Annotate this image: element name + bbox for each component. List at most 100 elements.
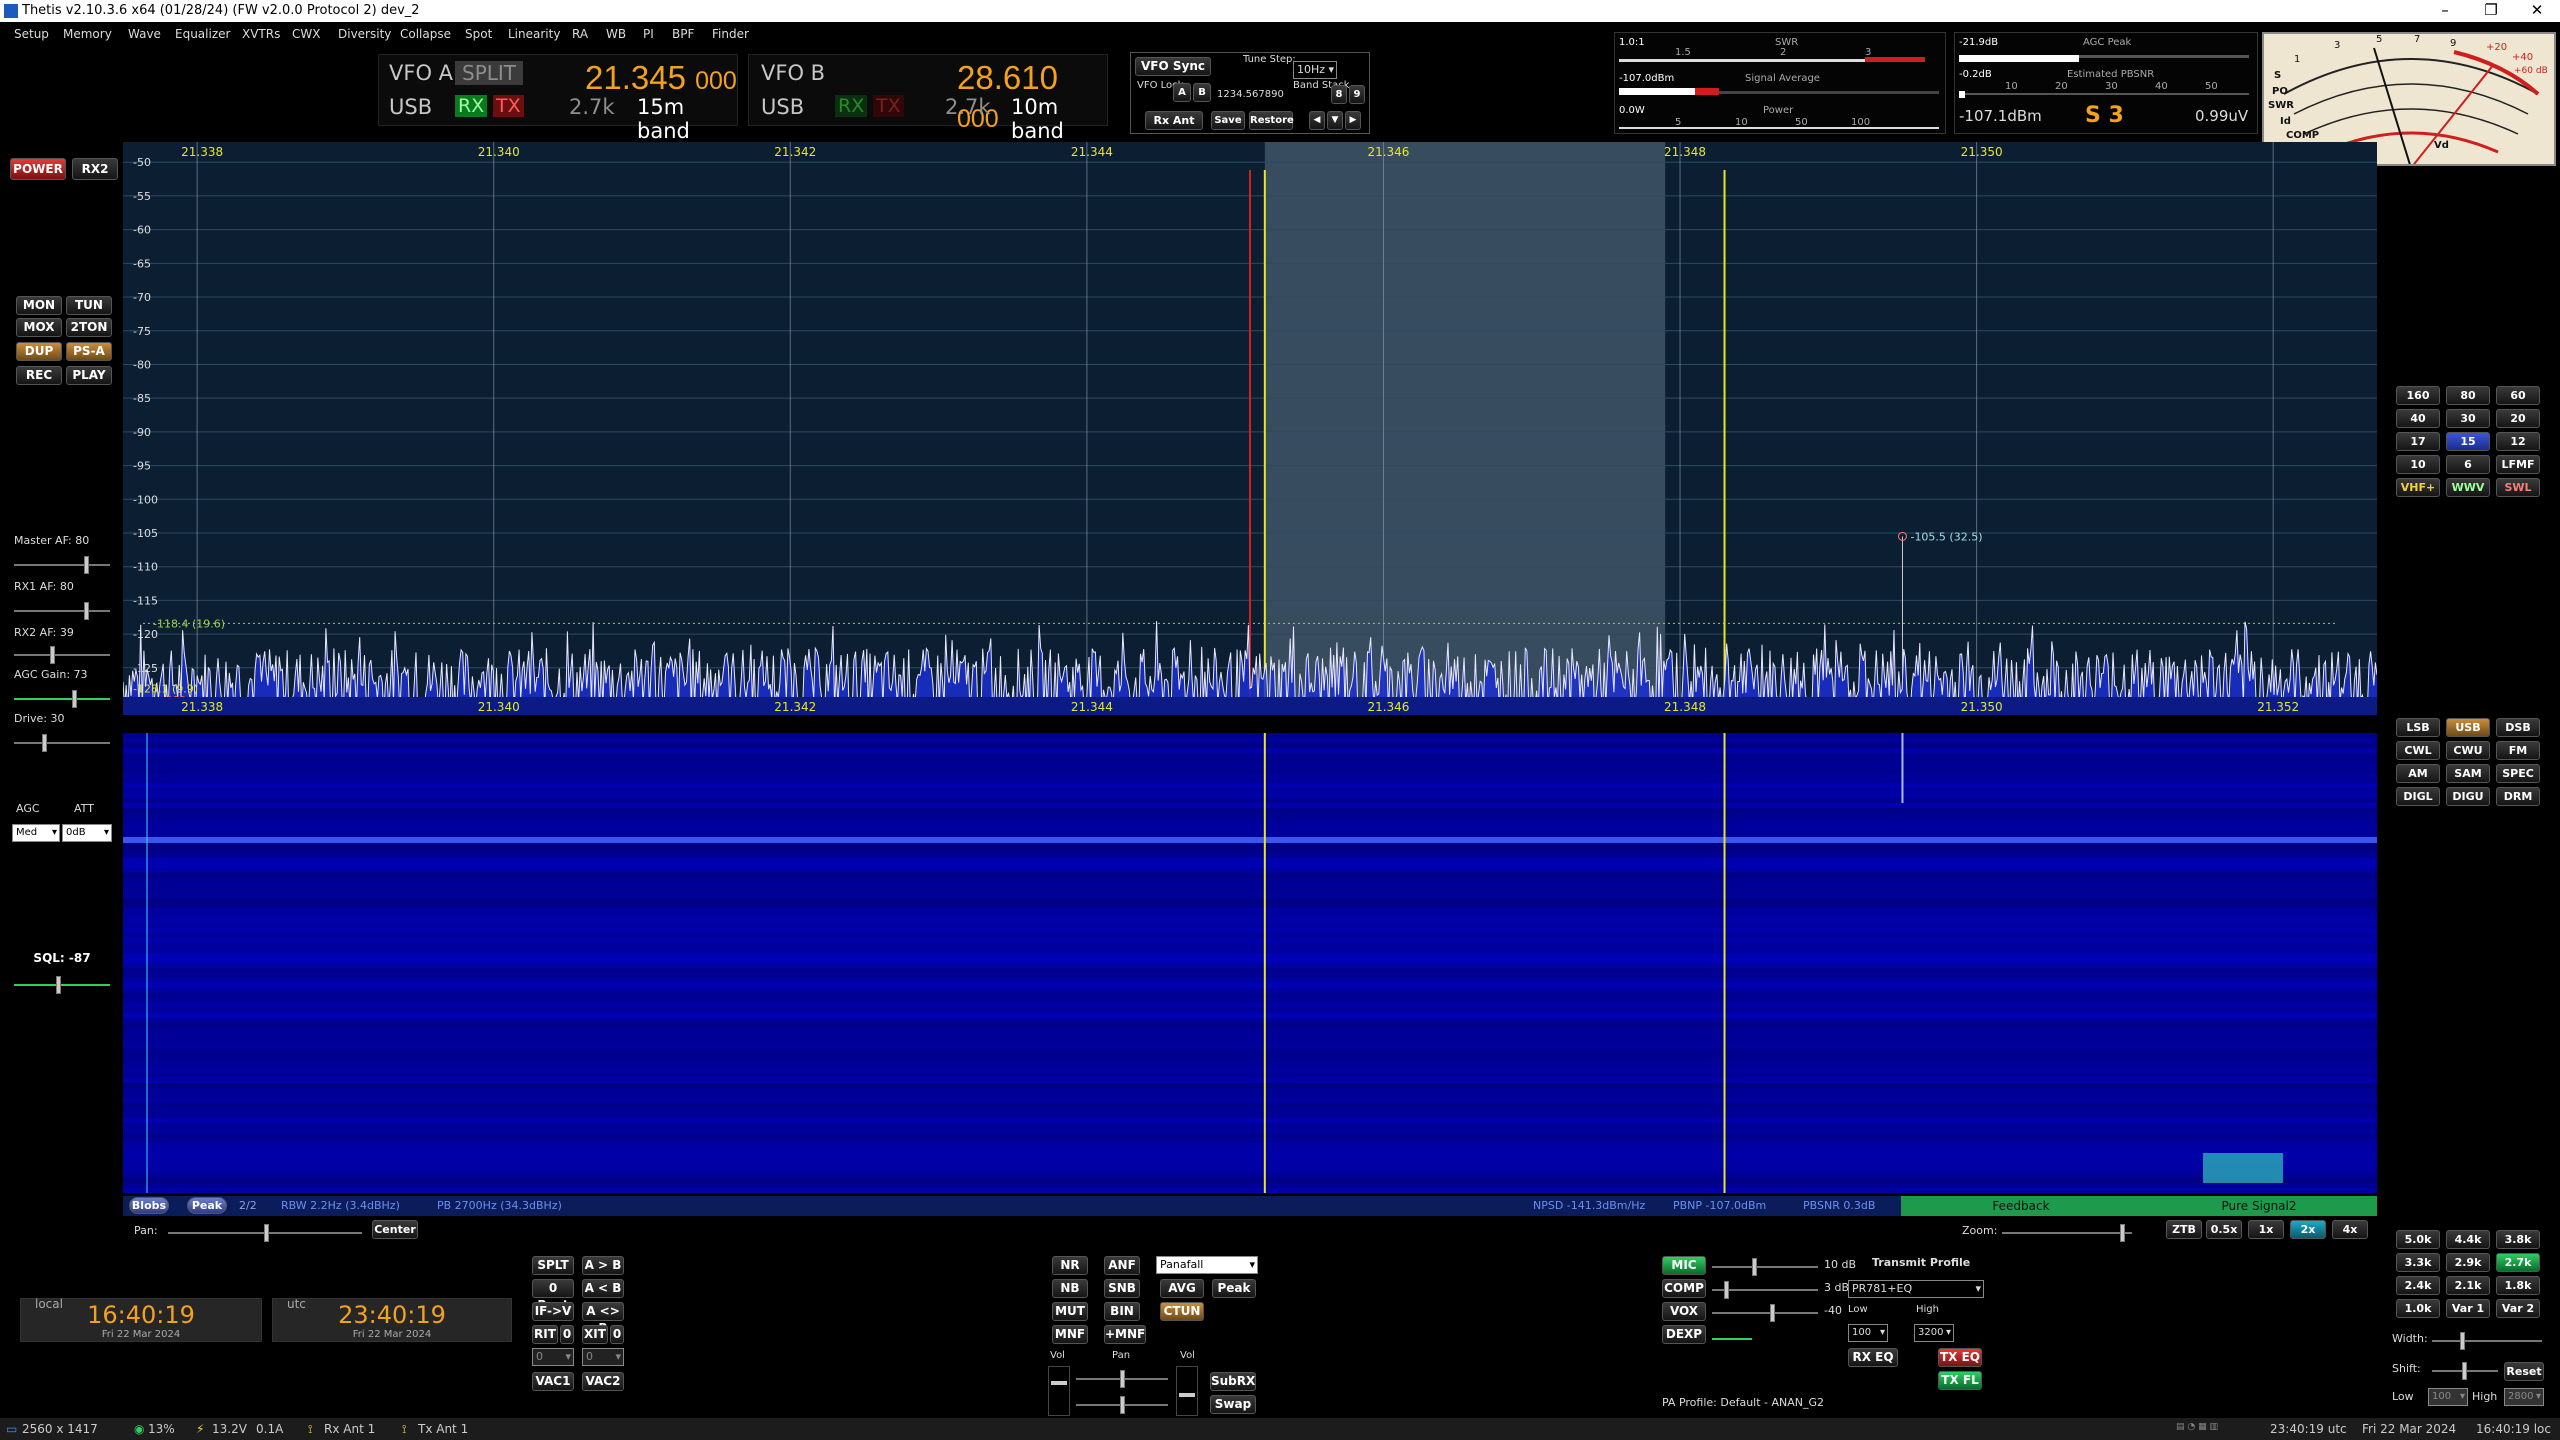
close-icon[interactable]: ✕ — [2514, 0, 2560, 22]
peak-display-button[interactable]: Peak — [1212, 1279, 1256, 1298]
filter-5.0k[interactable]: 5.0k — [2396, 1230, 2440, 1249]
rx1-af-knob[interactable] — [84, 602, 89, 620]
center-button[interactable]: Center — [372, 1220, 418, 1239]
sub-vol-slider[interactable] — [1048, 1366, 1070, 1416]
rit-offset-input[interactable]: 0 — [532, 1348, 574, 1366]
mode-cwu[interactable]: CWU — [2446, 741, 2490, 760]
vfo-b-rx-indicator[interactable]: RX — [835, 95, 868, 117]
mon-button[interactable]: MON — [16, 296, 62, 315]
rx-antenna-status[interactable]: Rx Ant 1 — [324, 1422, 375, 1436]
mode-am[interactable]: AM — [2396, 764, 2440, 783]
mode-lsb[interactable]: LSB — [2396, 718, 2440, 737]
filter-var-2[interactable]: Var 2 — [2496, 1299, 2540, 1318]
ztb-button[interactable]: ZTB — [2166, 1220, 2202, 1239]
menu-setup[interactable]: Setup — [14, 27, 49, 41]
minimize-icon[interactable]: – — [2422, 0, 2468, 22]
vfo-a-tx-indicator[interactable]: TX — [493, 95, 524, 117]
band-stack-8[interactable]: 8 — [1331, 85, 1347, 104]
rx2-af-knob[interactable] — [50, 646, 55, 664]
snb-button[interactable]: SNB — [1104, 1279, 1140, 1298]
master-af-knob[interactable] — [84, 556, 89, 574]
mode-digu[interactable]: DIGU — [2446, 787, 2490, 806]
filter-reset-button[interactable]: Reset — [2504, 1362, 2544, 1381]
band-10[interactable]: 10 — [2396, 455, 2440, 474]
mnf-button[interactable]: MNF — [1052, 1325, 1088, 1344]
drive-slider[interactable] — [14, 734, 110, 752]
filter-2.1k[interactable]: 2.1k — [2446, 1276, 2490, 1295]
sub-pan-slider[interactable] — [1076, 1370, 1168, 1388]
blobs-button[interactable]: Blobs — [129, 1197, 169, 1214]
menu-bpf[interactable]: BPF — [672, 27, 694, 41]
nr-button[interactable]: NR — [1052, 1256, 1088, 1275]
comp-slider[interactable] — [1712, 1281, 1818, 1299]
ctun-button[interactable]: CTUN — [1160, 1302, 1204, 1321]
band-wwv[interactable]: WWV — [2446, 478, 2490, 497]
filter-shift-knob[interactable] — [2462, 1362, 2467, 1380]
drive-knob[interactable] — [42, 734, 47, 752]
filter-var-1[interactable]: Var 1 — [2446, 1299, 2490, 1318]
sub-pan2-slider[interactable] — [1076, 1396, 1168, 1414]
menu-memory[interactable]: Memory — [63, 27, 112, 41]
vfo-a-rx-indicator[interactable]: RX — [455, 95, 488, 117]
vox-knob[interactable] — [1770, 1304, 1775, 1322]
band-swl[interactable]: SWL — [2496, 478, 2540, 497]
mode-spec[interactable]: SPEC — [2496, 764, 2540, 783]
dup-button[interactable]: DUP — [16, 342, 62, 361]
menu-pi[interactable]: PI — [643, 27, 654, 41]
mode-cwl[interactable]: CWL — [2396, 741, 2440, 760]
maximize-icon[interactable]: ❐ — [2468, 0, 2514, 22]
filter-2.9k[interactable]: 2.9k — [2446, 1253, 2490, 1272]
peak-button[interactable]: Peak — [187, 1197, 227, 1214]
mic-button[interactable]: MIC — [1662, 1256, 1706, 1275]
xit-offset-input[interactable]: 0 — [582, 1348, 624, 1366]
dexp-slider[interactable] — [1712, 1338, 1752, 1340]
mnf-plus-button[interactable]: +MNF — [1104, 1325, 1146, 1344]
comp-button[interactable]: COMP — [1662, 1279, 1706, 1298]
tx-low-input[interactable]: 100 — [1848, 1324, 1888, 1342]
b-to-a-button[interactable]: A < B — [582, 1279, 624, 1298]
menu-diversity[interactable]: Diversity — [338, 27, 391, 41]
dexp-button[interactable]: DEXP — [1662, 1325, 1706, 1344]
sub-vol2-slider[interactable] — [1176, 1366, 1198, 1416]
menu-ra[interactable]: RA — [572, 27, 588, 41]
mode-digl[interactable]: DIGL — [2396, 787, 2440, 806]
sql-knob[interactable] — [56, 976, 61, 994]
band-17[interactable]: 17 — [2396, 432, 2440, 451]
mode-drm[interactable]: DRM — [2496, 787, 2540, 806]
ps-a-button[interactable]: PS-A — [66, 342, 112, 361]
sub-vol2-knob[interactable] — [1179, 1393, 1195, 1397]
mut-button[interactable]: MUT — [1052, 1302, 1088, 1321]
rec-button[interactable]: REC — [16, 366, 62, 385]
band-stack-prev-icon[interactable]: ◀ — [1309, 111, 1325, 130]
rx-ant-button[interactable]: Rx Ant — [1145, 111, 1203, 130]
vfo-lock-b-button[interactable]: B — [1193, 83, 1211, 102]
att-select[interactable]: 0dB — [62, 824, 112, 842]
agc-gain-slider[interactable] — [14, 690, 110, 708]
band-stack-next-icon[interactable]: ▶ — [1345, 111, 1361, 130]
mode-sam[interactable]: SAM — [2446, 764, 2490, 783]
play-button[interactable]: PLAY — [66, 366, 112, 385]
band-30[interactable]: 30 — [2446, 409, 2490, 428]
waterfall-plot[interactable] — [123, 733, 2377, 1193]
filter-high-input[interactable]: 2800 — [2504, 1388, 2544, 1406]
tune-step-select[interactable]: 10Hz — [1293, 61, 1337, 79]
waterfall-display[interactable] — [123, 733, 2377, 1193]
filter-3.3k[interactable]: 3.3k — [2396, 1253, 2440, 1272]
tun-button[interactable]: TUN — [66, 296, 112, 315]
menu-xvtrs[interactable]: XVTRs — [242, 27, 280, 41]
split-button[interactable]: SPLIT — [455, 61, 524, 85]
vfo-a-frequency[interactable]: 21.345 000 — [585, 59, 737, 97]
band-12[interactable]: 12 — [2496, 432, 2540, 451]
rx2-button[interactable]: RX2 — [72, 158, 118, 180]
tx-high-input[interactable]: 3200 — [1914, 1324, 1954, 1342]
band-60[interactable]: 60 — [2496, 386, 2540, 405]
menu-linearity[interactable]: Linearity — [508, 27, 560, 41]
menu-collapse[interactable]: Collapse — [400, 27, 451, 41]
menu-cwx[interactable]: CWX — [292, 27, 320, 41]
zoom-4x-button[interactable]: 4x — [2332, 1220, 2368, 1239]
swap-button[interactable]: Swap — [1210, 1395, 1256, 1414]
agc-gain-knob[interactable] — [72, 690, 77, 708]
bin-button[interactable]: BIN — [1104, 1302, 1140, 1321]
sql-slider[interactable] — [14, 976, 110, 994]
rit-button[interactable]: RIT — [532, 1325, 558, 1344]
